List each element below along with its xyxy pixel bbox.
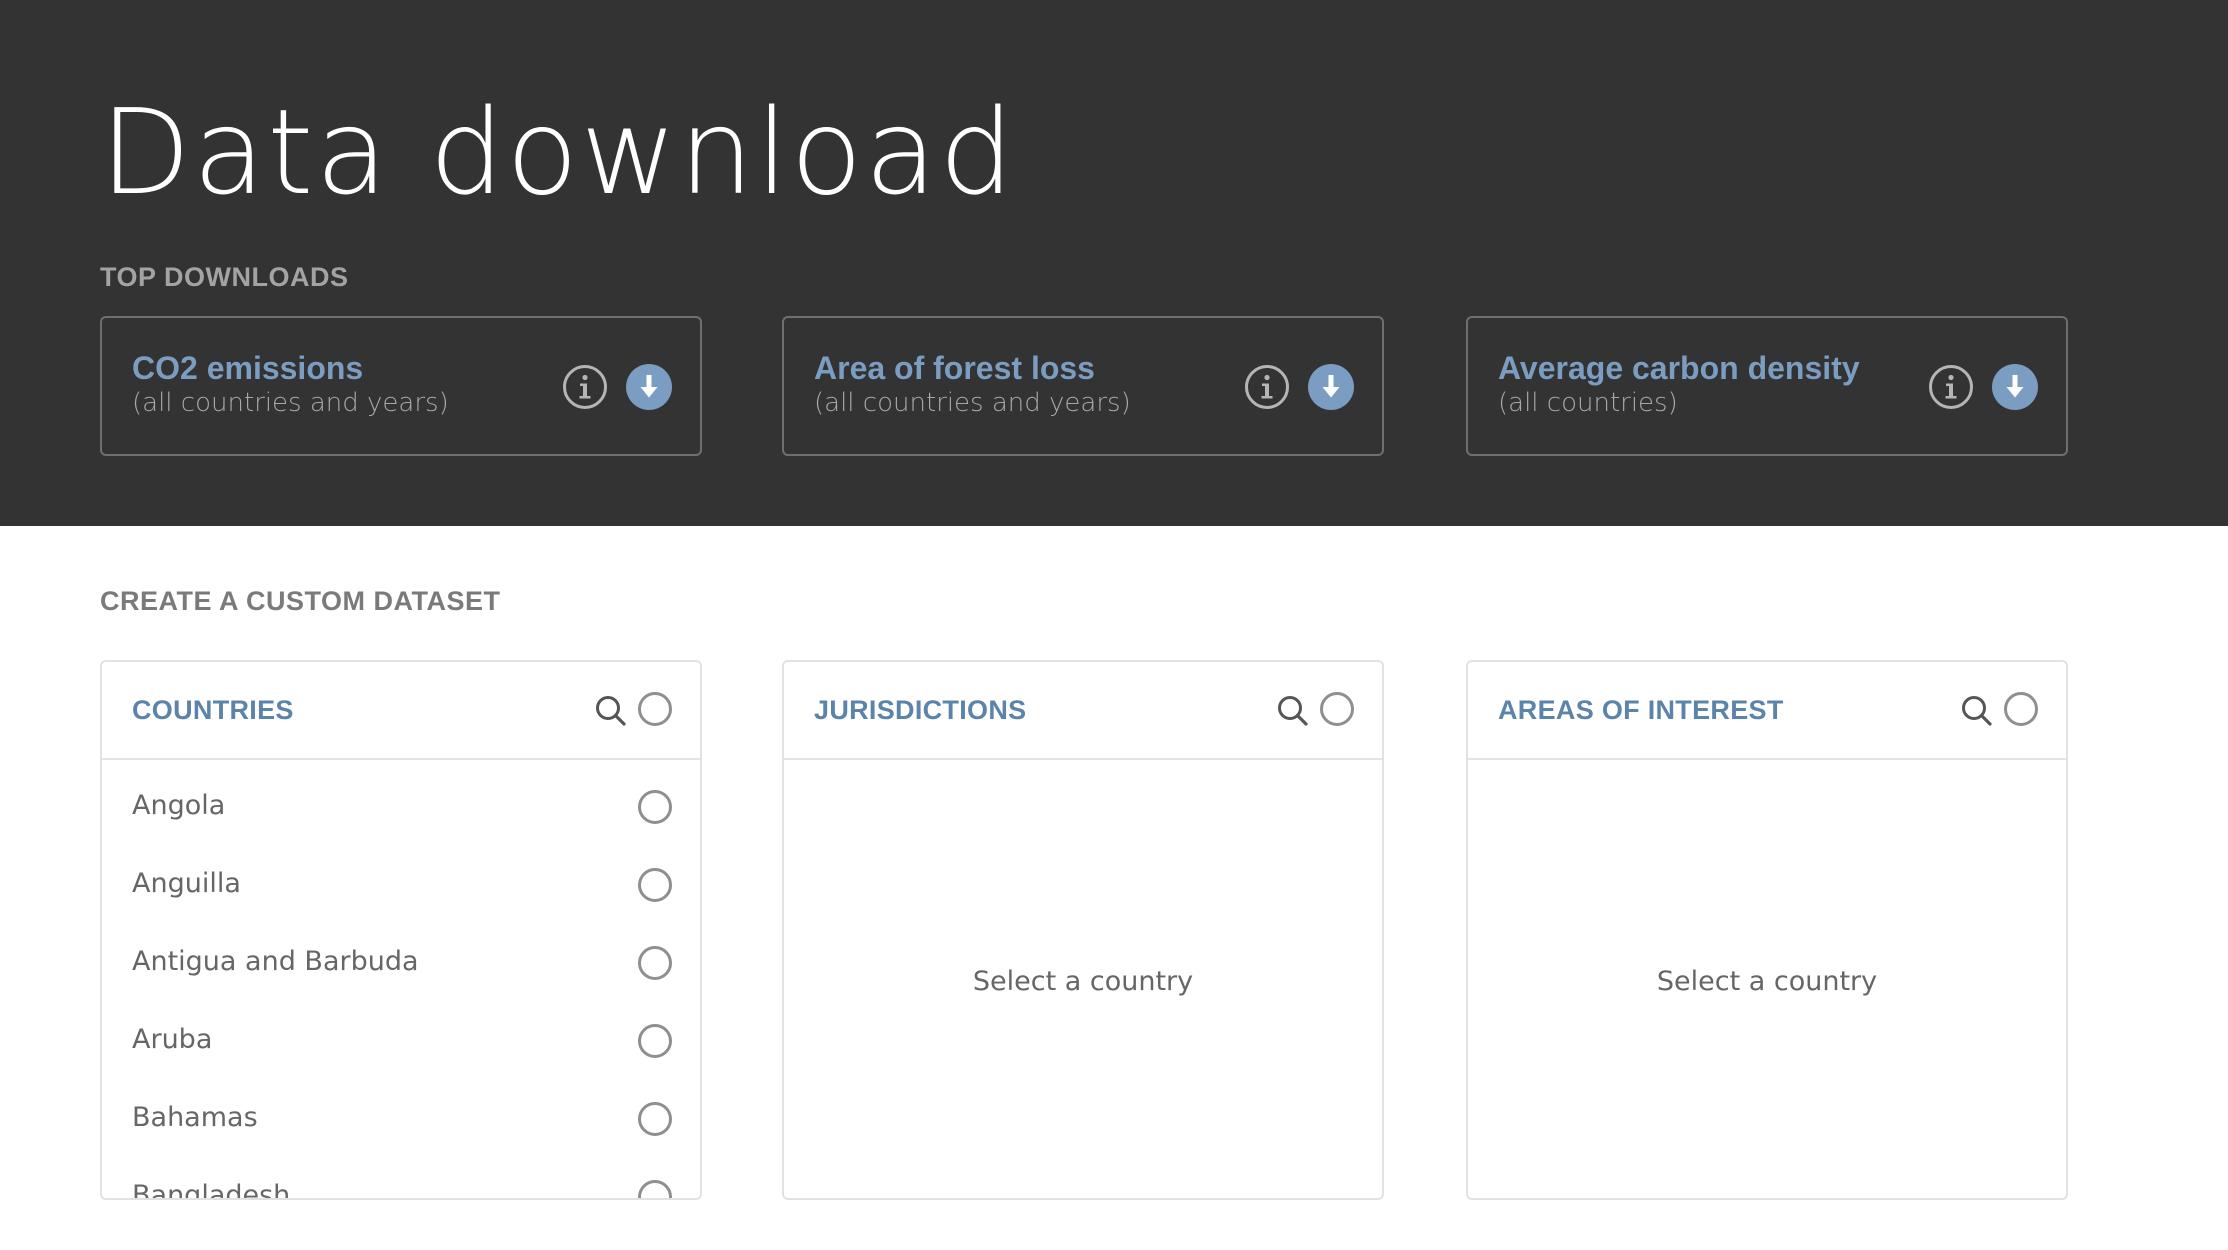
jurisdictions-panel: JURISDICTIONS Select a country <box>782 660 1384 1200</box>
radio-icon[interactable] <box>638 1180 672 1198</box>
country-name: Anguilla <box>132 868 241 899</box>
panel-header: JURISDICTIONS <box>784 662 1382 760</box>
empty-state-text: Select a country <box>1656 966 1878 997</box>
radio-icon[interactable] <box>638 868 672 902</box>
search-icon[interactable] <box>1960 694 1994 728</box>
select-all-radio-icon[interactable] <box>1320 692 1354 726</box>
download-card-forest-loss: Area of forest loss (all countries and y… <box>782 316 1384 456</box>
info-icon[interactable] <box>562 364 608 410</box>
empty-state-text: Select a country <box>972 966 1194 997</box>
panel-header: COUNTRIES <box>102 662 700 760</box>
country-name: Angola <box>132 790 226 821</box>
list-item[interactable]: Antigua and Barbuda <box>102 918 700 996</box>
page-title: Data download <box>100 83 1016 221</box>
country-list: Angola Anguilla Antigua and Barbuda Arub… <box>102 762 700 1200</box>
list-item[interactable]: Angola <box>102 762 700 840</box>
download-icon[interactable] <box>626 364 672 410</box>
select-all-radio-icon[interactable] <box>2004 692 2038 726</box>
panel-header: AREAS OF INTEREST <box>1468 662 2066 760</box>
download-card-subtitle: (all countries and years) <box>814 388 1131 418</box>
hero-header: Data download TOP DOWNLOADS CO2 emission… <box>0 0 2228 526</box>
list-item[interactable]: Anguilla <box>102 840 700 918</box>
info-icon[interactable] <box>1244 364 1290 410</box>
countries-panel: COUNTRIES Angola Anguilla Antigua and Ba… <box>100 660 702 1200</box>
download-card-carbon-density: Average carbon density (all countries) <box>1466 316 2068 456</box>
panel-title: COUNTRIES <box>132 695 294 725</box>
download-card-title: CO2 emissions <box>132 350 364 386</box>
list-item[interactable]: Bahamas <box>102 1074 700 1152</box>
custom-dataset-label: CREATE A CUSTOM DATASET <box>100 586 501 616</box>
radio-icon[interactable] <box>638 1102 672 1136</box>
download-card-subtitle: (all countries and years) <box>132 388 449 418</box>
areas-of-interest-panel: AREAS OF INTEREST Select a country <box>1466 660 2068 1200</box>
top-downloads-label: TOP DOWNLOADS <box>100 262 349 292</box>
country-name: Bahamas <box>132 1102 258 1133</box>
list-item[interactable]: Aruba <box>102 996 700 1074</box>
download-card-title: Average carbon density <box>1498 350 1860 386</box>
country-name: Bangladesh <box>132 1180 291 1200</box>
areas-of-interest-list-container: Select a country <box>1468 762 2066 1198</box>
country-name: Aruba <box>132 1024 213 1055</box>
search-icon[interactable] <box>1276 694 1310 728</box>
jurisdictions-list-container: Select a country <box>784 762 1382 1198</box>
panel-title: AREAS OF INTEREST <box>1498 695 1784 725</box>
countries-list-container[interactable]: Angola Anguilla Antigua and Barbuda Arub… <box>102 762 700 1200</box>
info-icon[interactable] <box>1928 364 1974 410</box>
panel-title: JURISDICTIONS <box>814 695 1027 725</box>
download-card-co2-emissions: CO2 emissions (all countries and years) <box>100 316 702 456</box>
download-card-subtitle: (all countries) <box>1498 388 1678 418</box>
search-icon[interactable] <box>594 694 628 728</box>
radio-icon[interactable] <box>638 946 672 980</box>
radio-icon[interactable] <box>638 790 672 824</box>
select-all-radio-icon[interactable] <box>638 692 672 726</box>
country-name: Antigua and Barbuda <box>132 946 419 977</box>
download-icon[interactable] <box>1308 364 1354 410</box>
download-icon[interactable] <box>1992 364 2038 410</box>
list-item[interactable]: Bangladesh <box>102 1152 700 1200</box>
download-card-title: Area of forest loss <box>814 350 1095 386</box>
radio-icon[interactable] <box>638 1024 672 1058</box>
